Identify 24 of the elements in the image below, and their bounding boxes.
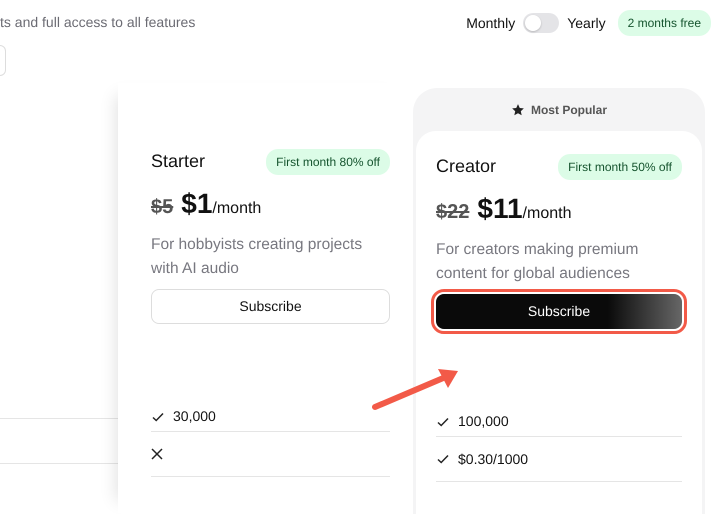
plan-name: Creator xyxy=(436,155,496,178)
monthly-label: Monthly xyxy=(466,14,516,33)
old-price: $22 xyxy=(436,200,470,225)
outlined-box[interactable] xyxy=(0,45,6,76)
feature-value: 30,000 xyxy=(173,407,216,426)
feature-value: 100,000 xyxy=(458,412,509,431)
discount-badge: First month 50% off xyxy=(558,154,682,180)
discount-badge: First month 80% off xyxy=(266,148,390,174)
price-period: /month xyxy=(522,205,572,222)
yearly-label: Yearly xyxy=(567,14,606,33)
old-price: $5 xyxy=(151,195,174,220)
price: $11 xyxy=(477,193,523,224)
price: $1 xyxy=(181,188,212,219)
feature-value: $0.30/1000 xyxy=(458,450,528,468)
plan-description: For hobbyists creating projects with AI audio xyxy=(151,235,364,279)
subscribe-button[interactable]: Subscribe xyxy=(436,294,682,329)
plan-description: For creators making premium content for global audiences xyxy=(436,240,640,284)
plan-name: Starter xyxy=(151,150,206,173)
subscribe-button[interactable]: Subscribe xyxy=(151,289,390,324)
discount-badge: 2 months free xyxy=(618,10,711,36)
popular-label: Most Popular xyxy=(530,102,607,118)
price-period: /month xyxy=(212,200,262,217)
billing-toggle[interactable] xyxy=(523,13,560,33)
plans-subtitle: ts and full access to all features xyxy=(0,13,196,32)
